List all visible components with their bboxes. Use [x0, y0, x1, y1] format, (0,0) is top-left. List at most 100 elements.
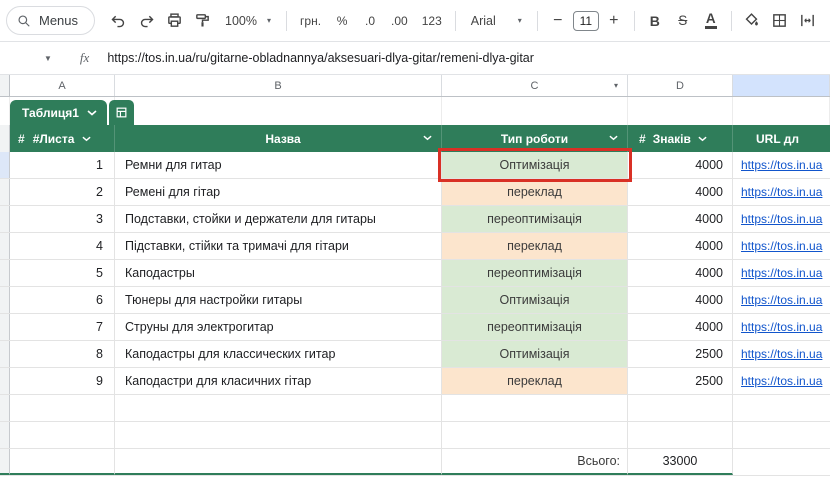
row-name-cell[interactable]: Тюнеры для настройки гитары: [115, 287, 442, 313]
row-chars-cell[interactable]: 4000: [628, 179, 733, 205]
row-url-link[interactable]: https://tos.in.ua: [733, 341, 830, 367]
row-chars-cell[interactable]: 2500: [628, 341, 733, 367]
decrease-font-size-button[interactable]: −: [545, 8, 571, 34]
row-number-cell[interactable]: 4: [10, 233, 115, 259]
row-name-cell[interactable]: Подставки, стойки и держатели для гитары: [115, 206, 442, 232]
row-type-cell[interactable]: Оптимізація: [442, 287, 628, 313]
row-type-cell[interactable]: переоптимізація: [442, 206, 628, 232]
row-name-cell[interactable]: Каподастри для класичних гітар: [115, 368, 442, 394]
strikethrough-button[interactable]: S: [670, 8, 696, 34]
row-type-cell[interactable]: Оптимізація: [442, 152, 628, 178]
bold-button[interactable]: B: [642, 8, 668, 34]
row-number-cell[interactable]: 9: [10, 368, 115, 394]
empty-cell[interactable]: [115, 97, 442, 125]
header-cell-nazva[interactable]: Назва: [115, 125, 442, 152]
row-number-cell[interactable]: 8: [10, 341, 115, 367]
row-name-cell[interactable]: Ремни для гитар: [115, 152, 442, 178]
row-url-link[interactable]: https://tos.in.ua: [733, 314, 830, 340]
row-type-cell[interactable]: переоптимізація: [442, 314, 628, 340]
chevron-down-icon[interactable]: [423, 135, 432, 141]
select-all-corner[interactable]: [0, 75, 10, 96]
empty-cell[interactable]: [628, 422, 733, 448]
row-gutter[interactable]: [0, 368, 10, 394]
row-chars-cell[interactable]: 4000: [628, 233, 733, 259]
column-header-e-selected[interactable]: [733, 75, 830, 96]
row-url-link[interactable]: https://tos.in.ua: [733, 368, 830, 394]
row-chars-cell[interactable]: 4000: [628, 152, 733, 178]
row-gutter[interactable]: [0, 260, 10, 286]
row-number-cell[interactable]: 5: [10, 260, 115, 286]
row-type-cell[interactable]: переклад: [442, 368, 628, 394]
chevron-down-icon[interactable]: [698, 136, 707, 142]
table-views-button[interactable]: [109, 100, 134, 125]
row-gutter[interactable]: [0, 449, 10, 475]
row-name-cell[interactable]: Струны для электрогитар: [115, 314, 442, 340]
currency-format-button[interactable]: грн.: [294, 8, 327, 34]
empty-cell[interactable]: [628, 395, 733, 421]
row-number-cell[interactable]: 1: [10, 152, 115, 178]
row-chars-cell[interactable]: 4000: [628, 287, 733, 313]
empty-cell[interactable]: [115, 395, 442, 421]
row-url-link[interactable]: https://tos.in.ua: [733, 179, 830, 205]
row-type-cell[interactable]: переоптимізація: [442, 260, 628, 286]
row-number-cell[interactable]: 2: [10, 179, 115, 205]
row-gutter[interactable]: [0, 314, 10, 340]
row-name-cell[interactable]: Ремені для гітар: [115, 179, 442, 205]
decrease-decimal-button[interactable]: .0: [357, 8, 383, 34]
font-family-select[interactable]: Arial ▾: [463, 14, 530, 28]
increase-font-size-button[interactable]: +: [601, 8, 627, 34]
merge-cells-button[interactable]: [795, 8, 821, 34]
row-gutter[interactable]: [0, 179, 10, 205]
row-gutter[interactable]: [0, 422, 10, 448]
chevron-down-icon[interactable]: [609, 135, 618, 141]
row-chars-cell[interactable]: 2500: [628, 368, 733, 394]
row-url-link[interactable]: https://tos.in.ua: [733, 152, 830, 178]
empty-cell[interactable]: [10, 395, 115, 421]
row-gutter[interactable]: [0, 233, 10, 259]
header-cell-url[interactable]: URL дл: [733, 125, 830, 152]
empty-cell[interactable]: [733, 422, 830, 448]
row-chars-cell[interactable]: 4000: [628, 206, 733, 232]
row-number-cell[interactable]: 3: [10, 206, 115, 232]
row-type-cell[interactable]: Оптимізація: [442, 341, 628, 367]
paint-format-button[interactable]: [189, 8, 215, 34]
row-gutter[interactable]: [0, 97, 10, 125]
row-type-cell[interactable]: переклад: [442, 179, 628, 205]
fill-color-button[interactable]: [739, 8, 765, 34]
row-name-cell[interactable]: Каподастры для классических гитар: [115, 341, 442, 367]
column-header-b[interactable]: B: [115, 75, 442, 96]
empty-cell[interactable]: [10, 449, 115, 475]
more-formats-button[interactable]: 123: [416, 8, 448, 34]
empty-cell[interactable]: [733, 395, 830, 421]
redo-button[interactable]: [133, 8, 159, 34]
empty-cell[interactable]: [733, 97, 830, 125]
total-value-cell[interactable]: 33000: [628, 449, 733, 475]
print-button[interactable]: [161, 8, 187, 34]
empty-cell[interactable]: [442, 395, 628, 421]
row-gutter[interactable]: [0, 152, 10, 178]
row-chars-cell[interactable]: 4000: [628, 260, 733, 286]
row-gutter[interactable]: [0, 395, 10, 421]
row-url-link[interactable]: https://tos.in.ua: [733, 206, 830, 232]
row-url-link[interactable]: https://tos.in.ua: [733, 233, 830, 259]
font-size-input[interactable]: 11: [573, 11, 599, 31]
row-name-cell[interactable]: Підставки, стійки та тримачі для гітари: [115, 233, 442, 259]
empty-cell[interactable]: [10, 422, 115, 448]
row-name-cell[interactable]: Каподастры: [115, 260, 442, 286]
column-header-d[interactable]: D: [628, 75, 733, 96]
header-cell-lista[interactable]: # #Листа: [10, 125, 115, 152]
row-gutter[interactable]: [0, 206, 10, 232]
total-label-cell[interactable]: Всього:: [442, 449, 628, 475]
percent-format-button[interactable]: %: [329, 8, 355, 34]
empty-cell[interactable]: [115, 449, 442, 475]
name-box-caret-icon[interactable]: ▼: [44, 54, 52, 63]
row-gutter[interactable]: [0, 341, 10, 367]
table-name-tab[interactable]: Таблиця1: [10, 100, 107, 125]
zoom-select[interactable]: 100% ▾: [217, 14, 279, 28]
header-cell-tip-roboty[interactable]: Тип роботи: [442, 125, 628, 152]
empty-cell[interactable]: [442, 422, 628, 448]
column-header-a[interactable]: A: [10, 75, 115, 96]
borders-button[interactable]: [767, 8, 793, 34]
empty-cell[interactable]: [733, 449, 830, 475]
menus-search-button[interactable]: Menus: [6, 6, 95, 35]
